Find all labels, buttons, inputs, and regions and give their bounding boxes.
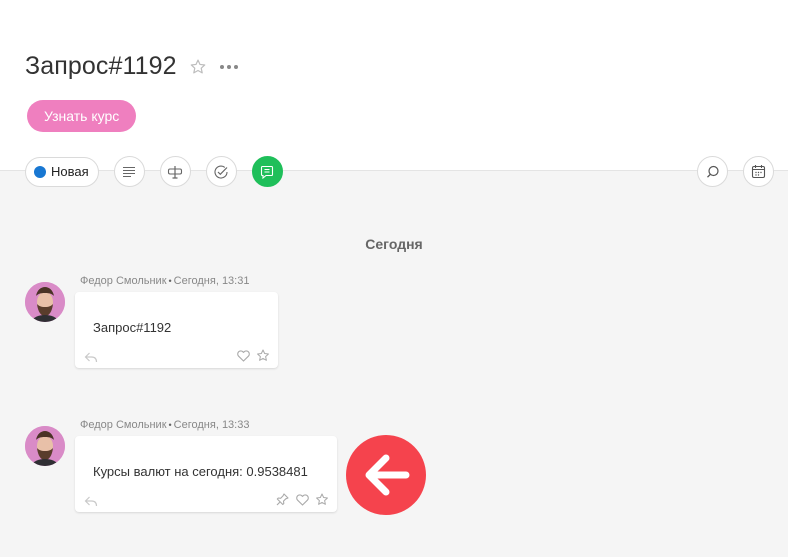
- calendar-icon[interactable]: [743, 156, 774, 187]
- description-icon[interactable]: [113, 156, 145, 187]
- avatar[interactable]: [25, 426, 65, 466]
- message-bubble: Курсы валют на сегодня: 0.9538481: [75, 436, 337, 512]
- checklist-icon[interactable]: [205, 156, 237, 187]
- message-meta: Федор Смольник • Сегодня, 13:31: [80, 275, 249, 287]
- message-time: Сегодня, 13:33: [173, 419, 250, 431]
- message-text: Запрос#1192: [93, 320, 172, 335]
- message-text: Курсы валют на сегодня: 0.9538481: [93, 464, 308, 479]
- favorite-star-icon[interactable]: [189, 58, 207, 76]
- message-meta: Федор Смольник • Сегодня, 13:33: [80, 419, 249, 431]
- message-time: Сегодня, 13:31: [173, 275, 250, 287]
- status-label: Новая: [51, 164, 89, 179]
- arrow-left-icon: [365, 454, 410, 496]
- reply-icon[interactable]: [84, 494, 98, 507]
- search-icon[interactable]: [697, 156, 728, 187]
- page-title: Запрос#1192: [25, 52, 177, 80]
- status-badge[interactable]: Новая: [25, 156, 99, 187]
- favorite-star-icon[interactable]: [315, 493, 329, 506]
- comments-icon[interactable]: [251, 156, 283, 187]
- like-heart-icon[interactable]: [236, 349, 250, 362]
- more-options-icon[interactable]: [219, 58, 239, 76]
- author-name[interactable]: Федор Смольник: [80, 275, 167, 287]
- message-item: Федор Смольник • Сегодня, 13:33 Курсы валю…: [25, 419, 345, 514]
- message-item: Федор Смольник • Сегодня, 13:31 Запрос#119…: [25, 275, 285, 370]
- favorite-star-icon[interactable]: [256, 349, 270, 362]
- message-actions: [236, 349, 270, 362]
- get-rate-button[interactable]: Узнать курс: [27, 100, 137, 132]
- header-panel: Запрос#1192 Узнать курс Новая: [0, 0, 788, 187]
- author-name[interactable]: Федор Смольник: [80, 419, 167, 431]
- meta-separator: •: [168, 276, 172, 286]
- day-separator: Сегодня: [365, 236, 423, 252]
- reply-icon[interactable]: [84, 350, 98, 363]
- avatar[interactable]: [25, 282, 65, 322]
- message-bubble: Запрос#1192: [75, 292, 278, 368]
- right-toolbar: [697, 156, 774, 187]
- text-format-icon[interactable]: [159, 156, 191, 187]
- like-heart-icon[interactable]: [295, 493, 309, 506]
- message-actions: [275, 493, 329, 506]
- meta-separator: •: [168, 420, 172, 430]
- title-row: Запрос#1192: [25, 52, 239, 81]
- status-dot: [34, 165, 46, 178]
- toolbar: Новая: [25, 156, 283, 187]
- pin-icon[interactable]: [275, 493, 289, 506]
- back-arrow-button[interactable]: [346, 435, 426, 515]
